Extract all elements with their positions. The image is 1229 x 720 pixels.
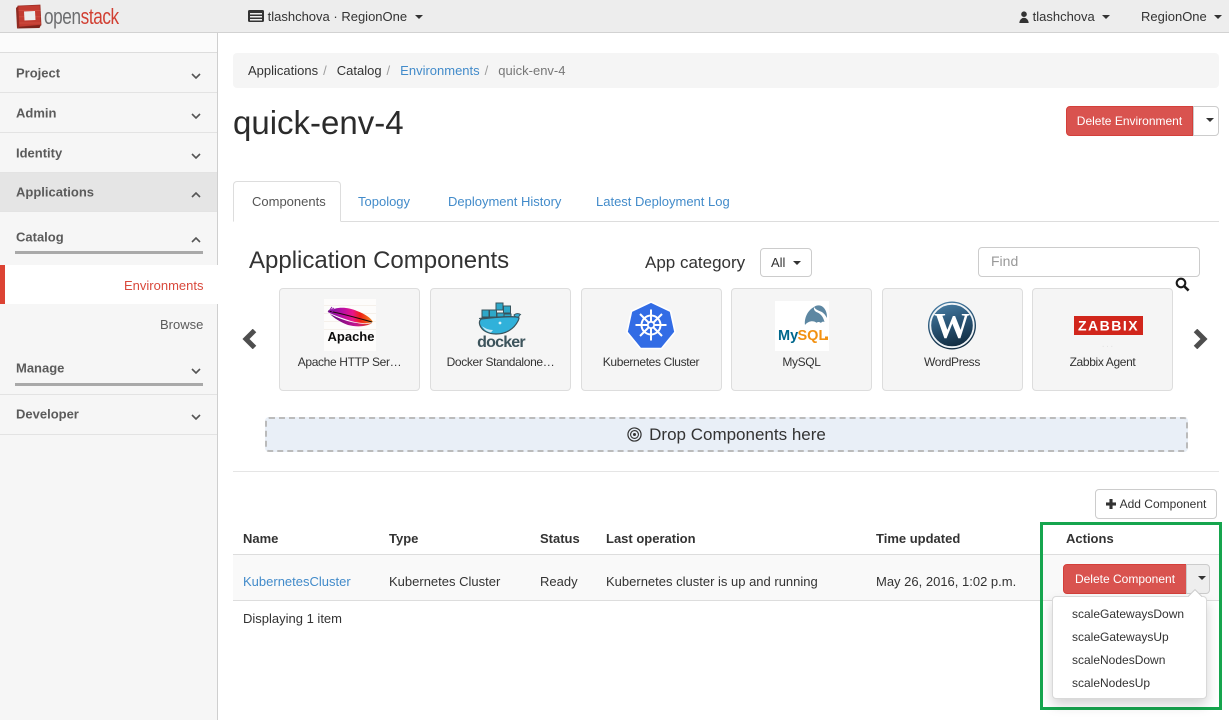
svg-text:Apache: Apache (327, 329, 374, 344)
svg-text:My: My (778, 328, 798, 344)
svg-text:···: ··· (1101, 341, 1114, 351)
svg-text:docker: docker (477, 334, 525, 350)
svg-text:ZABBIX: ZABBIX (1077, 318, 1138, 334)
svg-text:SQL: SQL (797, 328, 827, 344)
svg-text:W: W (934, 306, 970, 346)
